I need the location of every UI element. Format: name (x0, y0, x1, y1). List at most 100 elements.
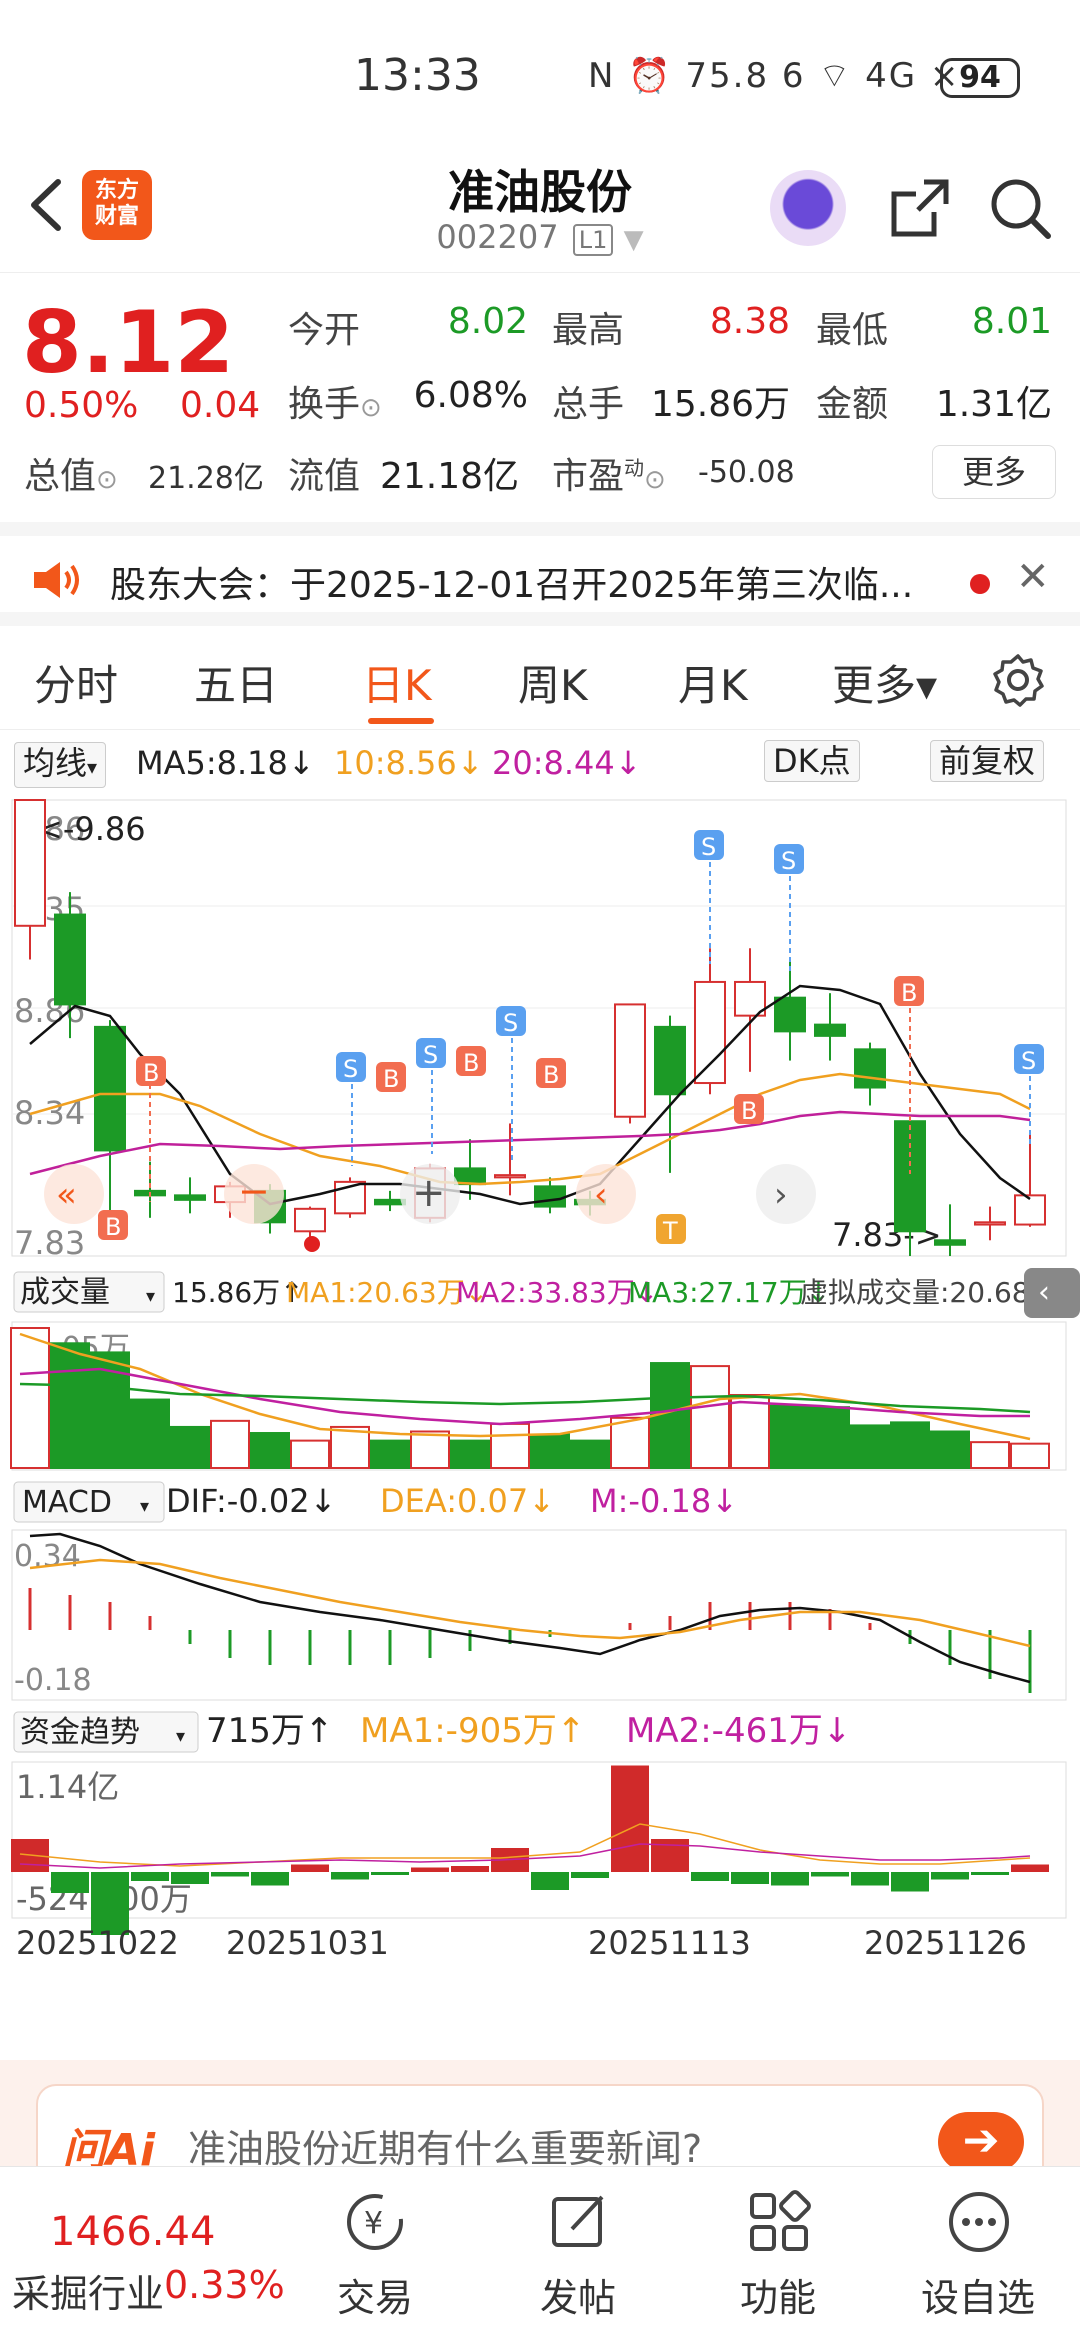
tab-weekly-k[interactable]: 周K (518, 652, 588, 713)
candle[interactable] (774, 996, 806, 1033)
notice-text: 股东大会：于2025-12-01召开2025年第三次临... (110, 565, 914, 606)
sell-signal-label: S (781, 847, 796, 875)
change-percent: 0.50% (24, 385, 139, 426)
candle[interactable] (694, 980, 726, 1085)
trade-icon: ¥ (347, 2194, 403, 2250)
volume-bar (810, 1406, 850, 1470)
info-icon[interactable]: ⊙ (96, 465, 118, 495)
candle[interactable] (174, 1194, 206, 1201)
turnover-label: 换手⊙ (288, 375, 382, 427)
candle[interactable] (494, 1174, 526, 1179)
fund-bar (531, 1872, 569, 1890)
status-time: 13:33 (354, 50, 481, 101)
plus-icon: + (412, 1170, 446, 1216)
nav-trade[interactable]: 交易 (305, 2267, 445, 2322)
search-icon[interactable] (984, 172, 1056, 244)
ma5-label: MA5:8.18↓ (136, 744, 315, 782)
industry-index-value[interactable]: 1466.44 (50, 2209, 215, 2255)
nav-function[interactable]: 功能 (708, 2267, 848, 2322)
adjust-button[interactable]: 前复权 (930, 740, 1045, 782)
candle[interactable] (374, 1198, 406, 1206)
candle[interactable] (534, 1185, 566, 1208)
arrow-right-icon[interactable]: ➔ (938, 2112, 1024, 2172)
volume-bar (330, 1425, 370, 1470)
chevron-left-icon: ‹ (1038, 1275, 1050, 1310)
amount-label: 金额 (816, 384, 889, 425)
tab-five-day[interactable]: 五日 (194, 652, 278, 713)
candle[interactable] (854, 1048, 886, 1089)
macd-dea-label: DEA:0.07↓ (380, 1482, 555, 1520)
date-label: 20251113 (588, 1924, 751, 1962)
candle[interactable] (54, 913, 86, 1006)
candle[interactable] (1014, 1194, 1046, 1226)
status-bar: 13:33 N ⏰ 75.8 6 ⌔ 4G × 94 (0, 0, 1080, 150)
close-icon[interactable]: ✕ (1016, 554, 1050, 600)
more-button[interactable]: 更多 (932, 445, 1056, 499)
fund-bar (331, 1872, 369, 1880)
mktcap-label-text: 总值 (24, 456, 97, 497)
info-icon[interactable]: ⊙ (644, 465, 666, 495)
ma-select[interactable]: 均线▾ (14, 742, 107, 788)
sell-signal-label: S (423, 1041, 438, 1069)
share-icon[interactable] (884, 172, 956, 244)
macd-axis-top: 0.34 (14, 1539, 81, 1574)
volume-bar (410, 1430, 450, 1470)
fund-bar (931, 1872, 969, 1880)
fund-bar (211, 1872, 249, 1877)
tab-intraday[interactable]: 分时 (34, 652, 118, 713)
gear-icon[interactable] (990, 652, 1046, 708)
candle[interactable] (934, 1239, 966, 1246)
volume-bar (130, 1398, 170, 1470)
buy-signal-label: B (383, 1065, 399, 1093)
candle[interactable] (94, 1025, 126, 1152)
virtual-volume-label: 虚拟成交量:20.68万 (800, 1276, 1058, 1309)
volume-bar (890, 1421, 930, 1469)
macd-m-label: M:-0.18↓ (590, 1482, 738, 1520)
collapse-panel-button[interactable] (1024, 1268, 1080, 1318)
ma20-label: 20:8.44↓ (492, 744, 642, 782)
assistant-robot-icon[interactable] (770, 170, 846, 246)
axis-label-mid3: 8.34 (14, 1094, 85, 1132)
candle[interactable] (814, 1023, 846, 1037)
buy-signal-label: B (463, 1049, 479, 1077)
tab-monthly-k[interactable]: 月K (678, 652, 748, 713)
tab-more[interactable]: 更多▾ (832, 652, 937, 713)
buy-signal-label: B (741, 1097, 757, 1125)
stock-code-value: 002207 (436, 218, 559, 256)
info-icon[interactable]: ⊙ (360, 393, 382, 423)
nav-post[interactable]: 发帖 (508, 2267, 648, 2322)
pe-label-text: 市盈 (552, 456, 625, 497)
candle[interactable] (14, 799, 46, 927)
kline-chart-svg[interactable]: 9.86 9.35 8.86 8.34 7.83 <-9.86 7.83-> B… (0, 794, 1080, 1994)
macd-axis-bottom: -0.18 (14, 1663, 92, 1698)
volume-bar (450, 1439, 490, 1470)
fund-bar (411, 1867, 449, 1872)
volume-bar (690, 1365, 730, 1470)
float-label: 流值 (288, 456, 361, 497)
svg-text:¥: ¥ (364, 2206, 383, 2241)
candle[interactable] (654, 1025, 686, 1096)
nav-add-watchlist[interactable]: 设自选 (908, 2267, 1048, 2322)
date-label: 20251126 (864, 1924, 1027, 1962)
buy-signal-label: B (105, 1213, 121, 1241)
ma10-label: 10:8.56↓ (334, 744, 484, 782)
minus-icon: − (238, 1169, 270, 1213)
fund-bar (571, 1872, 609, 1878)
notice-banner[interactable]: 股东大会：于2025-12-01召开2025年第三次临... ✕ (0, 522, 1080, 626)
macd-frame (11, 1529, 1067, 1701)
fund-bar (131, 1872, 169, 1881)
turnover-value: 6.08% (413, 375, 528, 416)
date-label: 20251022 (16, 1924, 179, 1962)
fund-value-label: 715万↑ (206, 1711, 333, 1751)
volume-label: 总手 (552, 384, 625, 425)
candle[interactable] (294, 1207, 326, 1233)
tab-daily-k[interactable]: 日K (362, 652, 432, 713)
volume-bar (210, 1419, 250, 1469)
candle[interactable] (614, 1003, 646, 1118)
volume-bar (730, 1393, 770, 1470)
candle[interactable] (974, 1221, 1006, 1226)
open-value: 8.02 (447, 301, 528, 342)
industry-index-name[interactable]: 采掘行业 (12, 2263, 164, 2318)
dk-point-button[interactable]: DK点 (764, 740, 860, 782)
chart-area[interactable]: 均线▾ MA5:8.18↓ 10:8.56↓ 20:8.44↓ DK点 前复权 … (0, 732, 1080, 2012)
